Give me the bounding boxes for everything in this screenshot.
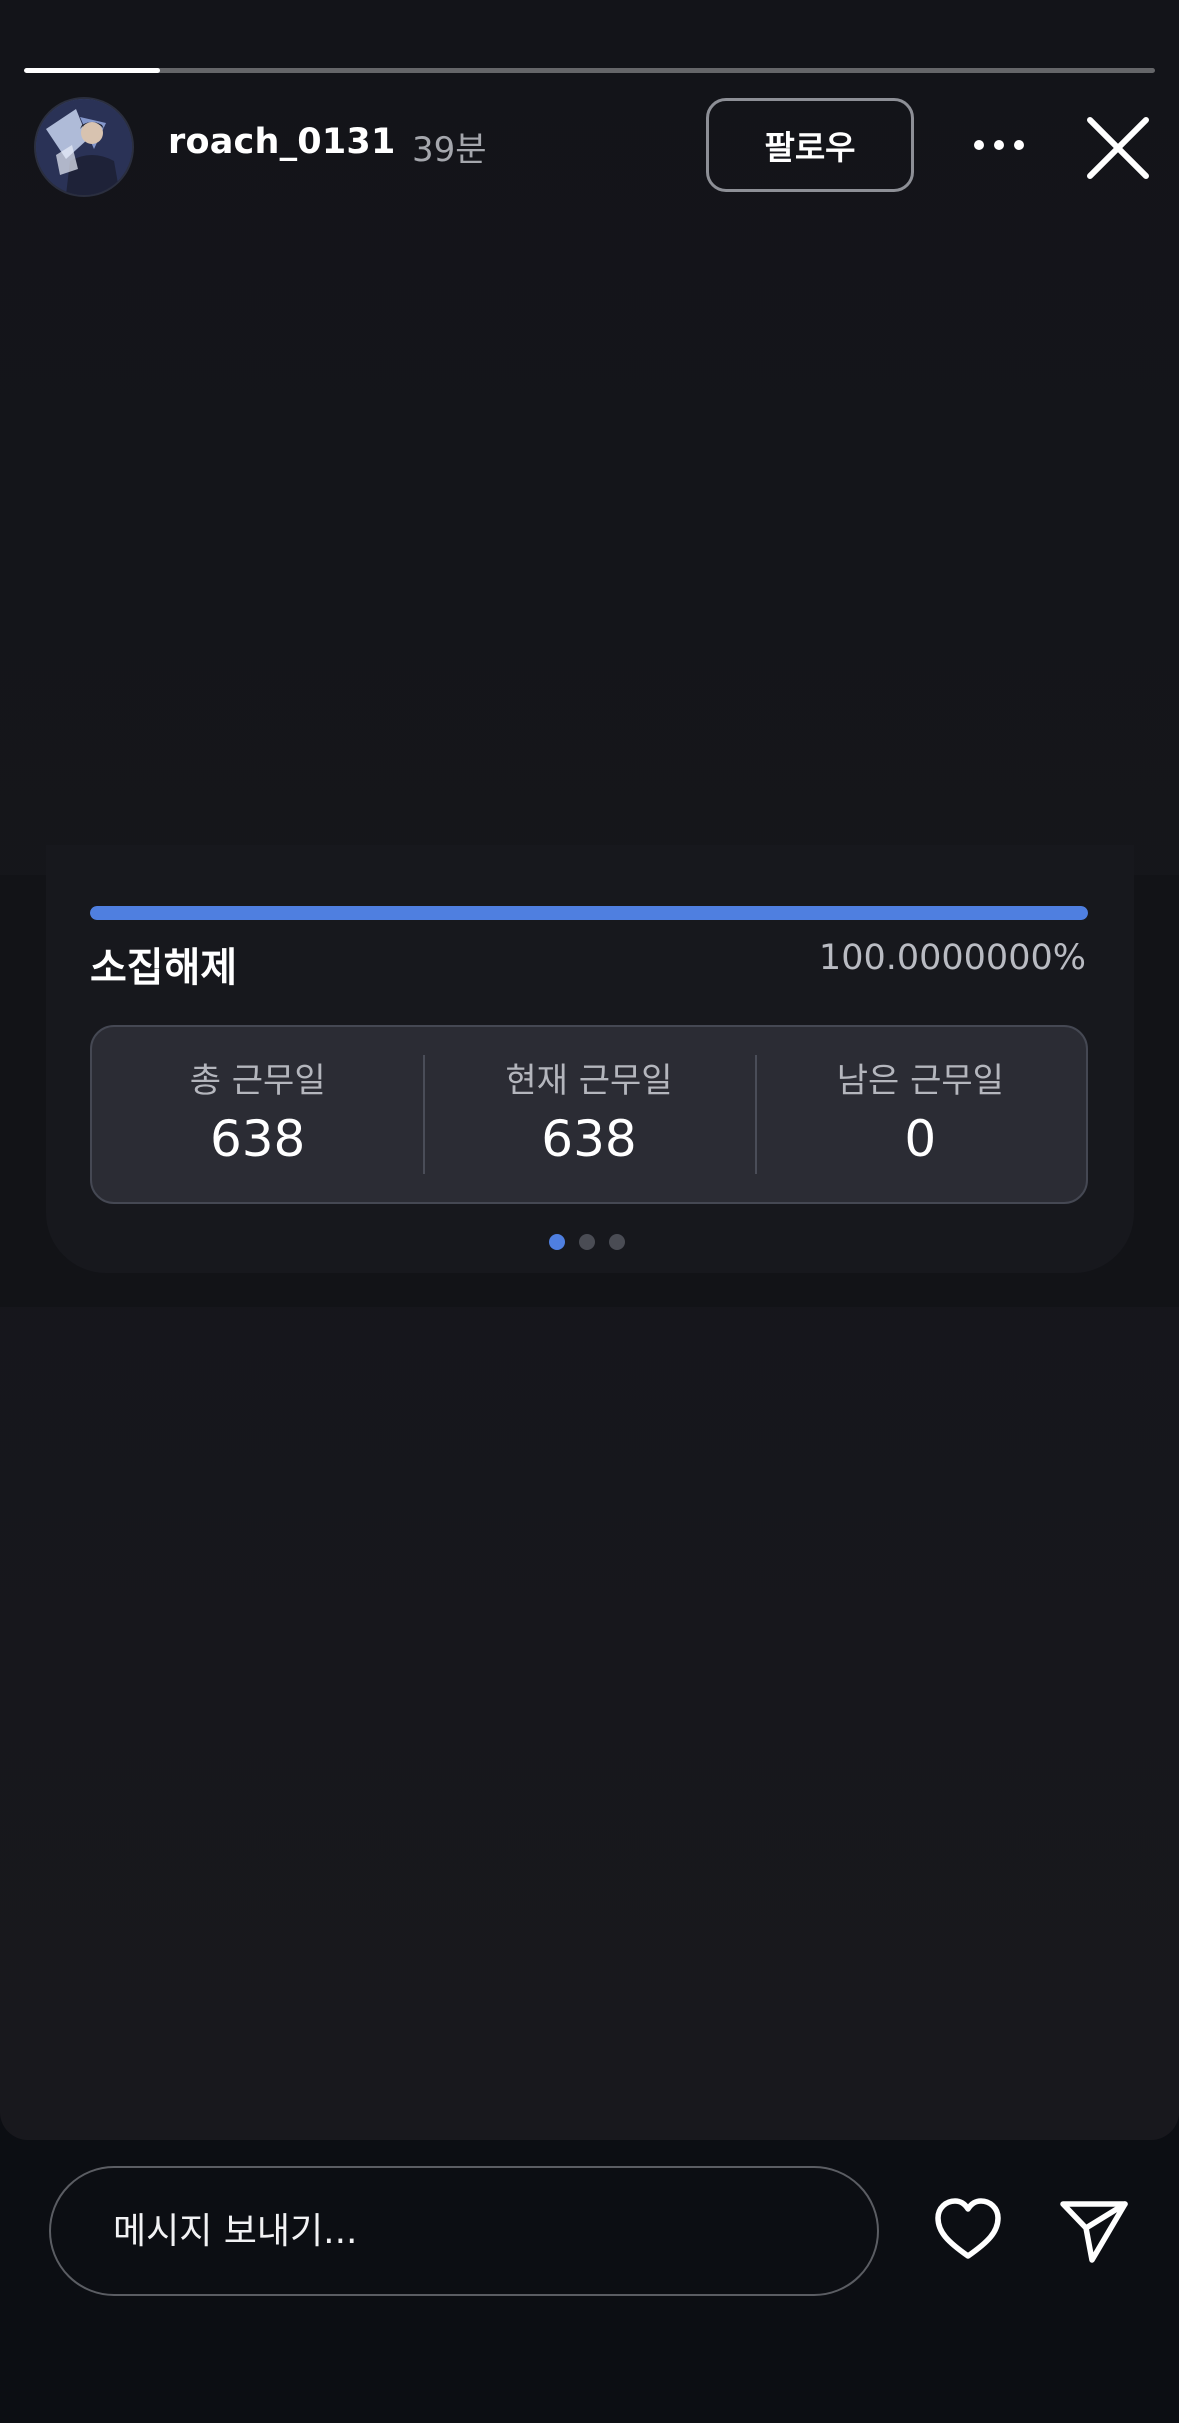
send-icon[interactable] (1058, 2194, 1130, 2266)
story-progress-bar (24, 68, 1155, 73)
follow-button[interactable]: 팔로우 (706, 98, 914, 192)
stats-box: 총 근무일 638 현재 근무일 638 남은 근무일 0 (90, 1025, 1088, 1204)
story-viewer: roach_0131 39분 팔로우 소집해제 100.0000000% 총 근… (0, 0, 1179, 2423)
service-progress-bar (90, 906, 1088, 920)
stat-remaining-days: 남은 근무일 0 (754, 1027, 1086, 1202)
page-dot (609, 1234, 625, 1250)
heart-icon[interactable] (932, 2194, 1004, 2266)
post-time: 39분 (412, 130, 487, 170)
page-indicator (549, 1234, 625, 1250)
avatar[interactable] (36, 99, 132, 195)
stat-current-days: 현재 근무일 638 (423, 1027, 754, 1202)
service-progress-fill (90, 906, 1088, 920)
close-icon[interactable] (1084, 114, 1152, 182)
stat-label: 총 근무일 (189, 1061, 326, 1101)
status-label: 소집해제 (90, 945, 238, 991)
stat-value: 638 (209, 1110, 306, 1168)
stat-label: 현재 근무일 (505, 1061, 673, 1101)
more-horizontal-icon[interactable] (966, 120, 1032, 170)
percent-label: 100.0000000% (818, 938, 1086, 978)
stat-label: 남은 근무일 (836, 1061, 1004, 1101)
username[interactable]: roach_0131 (168, 122, 396, 162)
page-dot (549, 1234, 565, 1250)
story-progress-fill (24, 68, 160, 73)
stat-total-days: 총 근무일 638 (92, 1027, 423, 1202)
page-dot (579, 1234, 595, 1250)
avatar-image (36, 99, 132, 195)
stat-value: 638 (541, 1110, 637, 1168)
stat-value: 0 (904, 1110, 937, 1168)
message-input[interactable] (49, 2166, 879, 2296)
